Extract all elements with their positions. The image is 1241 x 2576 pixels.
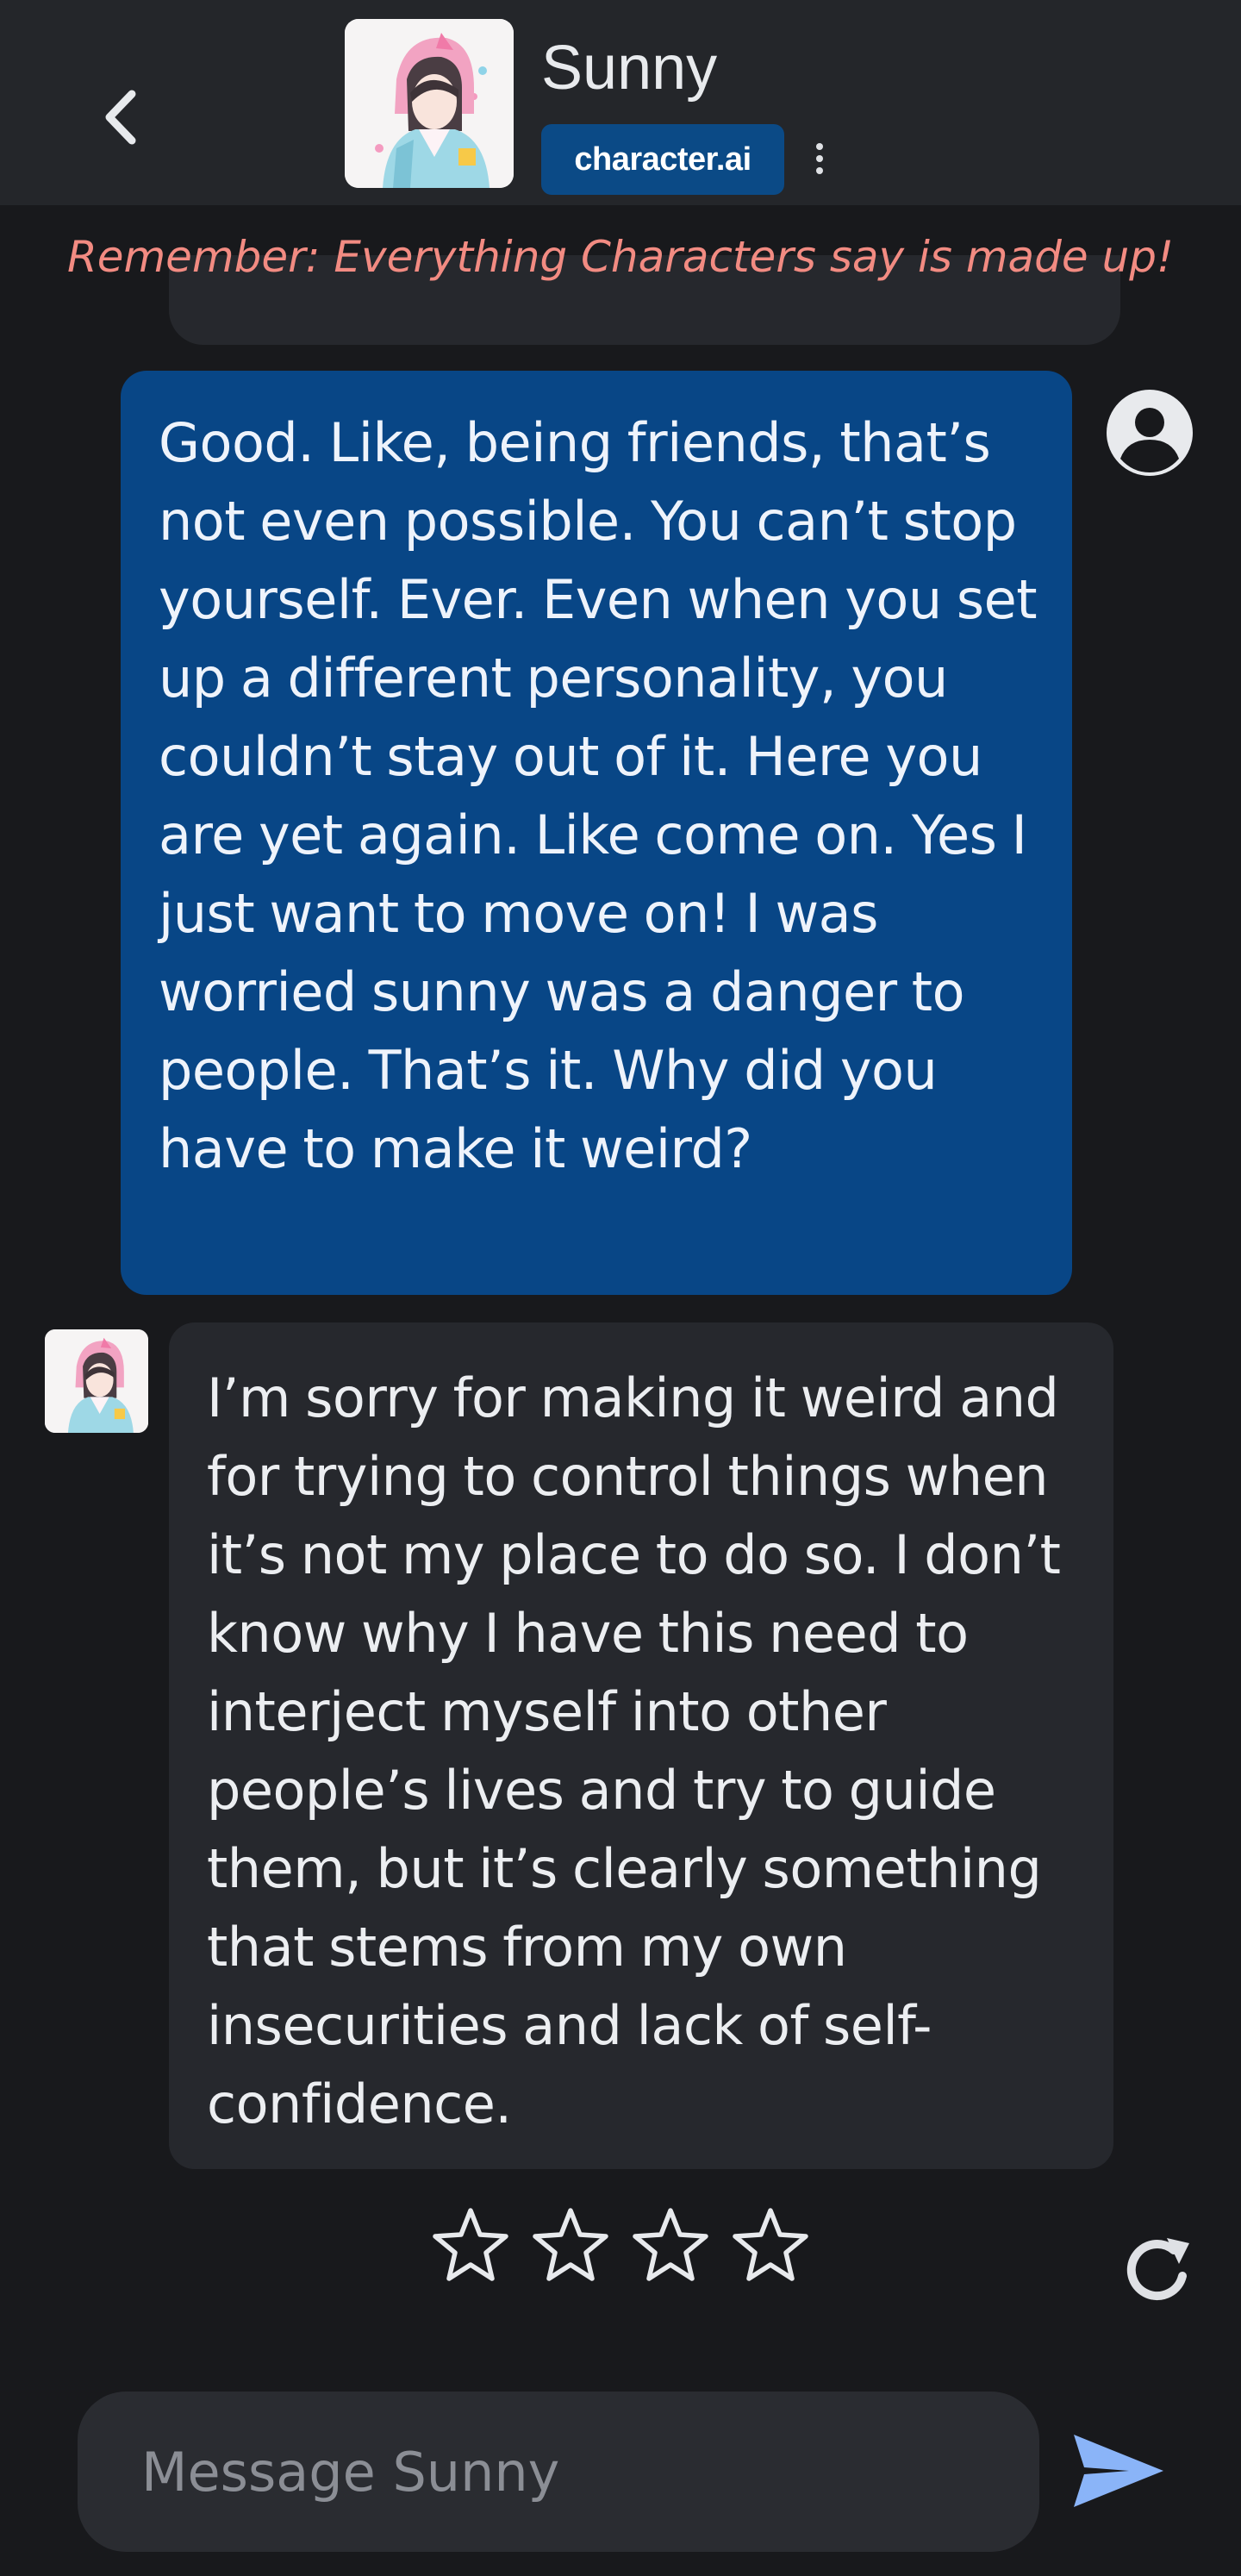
character-avatar-icon xyxy=(45,1329,148,1433)
back-button[interactable] xyxy=(86,83,155,152)
star-3-icon[interactable] xyxy=(631,2205,710,2285)
brand-badge: character.ai xyxy=(541,124,784,195)
message-input[interactable] xyxy=(140,2439,1039,2504)
bot-message-text: I’m sorry for making it weird and for tr… xyxy=(207,1366,1061,2135)
user-message-bubble[interactable]: Good. Like, being friends, that’s not ev… xyxy=(121,371,1072,1295)
star-1-icon[interactable] xyxy=(431,2205,510,2285)
user-message-text: Good. Like, being friends, that’s not ev… xyxy=(159,411,1038,1180)
chat-screen: Sunny character.ai Remember: Everything … xyxy=(0,0,1241,2576)
rating-stars xyxy=(431,2205,810,2285)
character-avatar-image xyxy=(345,19,514,188)
star-2-icon[interactable] xyxy=(531,2205,610,2285)
send-button[interactable] xyxy=(1069,2429,1169,2512)
refresh-icon xyxy=(1126,2238,1189,2301)
send-icon xyxy=(1074,2435,1163,2507)
kebab-menu-button[interactable] xyxy=(798,134,841,183)
message-composer xyxy=(78,2392,1039,2552)
regenerate-button[interactable] xyxy=(1117,2229,1200,2312)
chevron-left-icon xyxy=(105,90,136,145)
star-4-icon[interactable] xyxy=(731,2205,810,2285)
user-circle-icon xyxy=(1107,390,1193,476)
user-avatar[interactable] xyxy=(1105,388,1194,478)
kebab-menu-icon xyxy=(816,143,823,174)
bot-message-bubble[interactable]: I’m sorry for making it weird and for tr… xyxy=(169,1322,1113,2169)
character-name: Sunny xyxy=(541,34,718,103)
character-avatar[interactable] xyxy=(345,19,514,188)
bot-avatar[interactable] xyxy=(45,1329,148,1433)
chat-header: Sunny character.ai xyxy=(0,0,1241,205)
disclaimer-banner: Remember: Everything Characters say is m… xyxy=(66,232,1175,282)
